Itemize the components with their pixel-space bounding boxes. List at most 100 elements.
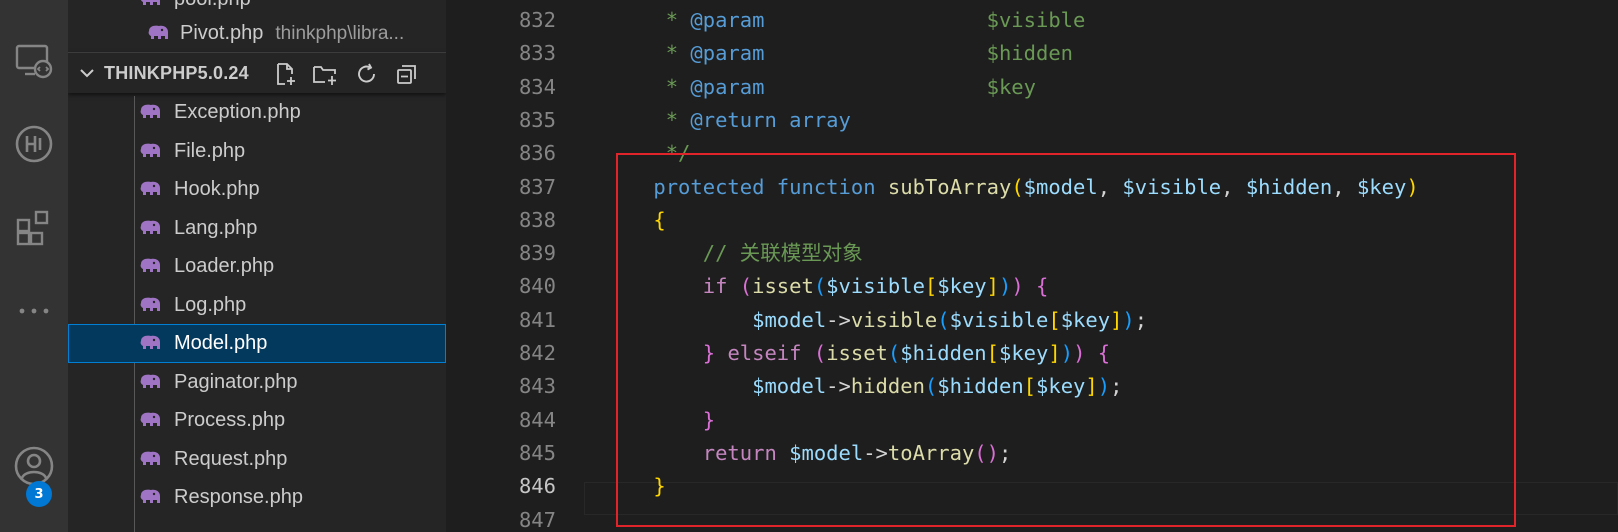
explorer-file-item[interactable]: Hook.php <box>68 170 446 209</box>
explorer-file-item-selected[interactable]: Model.php <box>68 324 446 363</box>
new-folder-icon[interactable] <box>310 59 340 89</box>
code-line[interactable]: * @return array <box>604 103 851 137</box>
php-elephant-icon <box>138 295 162 319</box>
explorer-file-item[interactable]: Log.php <box>68 286 446 325</box>
code-line[interactable]: } <box>604 403 715 437</box>
php-elephant-icon <box>138 372 162 396</box>
code-line[interactable]: { <box>604 203 665 237</box>
file-name: Exception.php <box>174 101 301 123</box>
explorer-file-item[interactable]: Paginator.php <box>68 363 446 402</box>
explorer-file-item[interactable]: Loader.php <box>68 247 446 286</box>
php-elephant-icon <box>138 179 162 203</box>
explorer-file-item[interactable]: Response.php <box>68 478 446 517</box>
code-token: [ <box>1048 307 1061 332</box>
code-line[interactable]: $model->hidden($hidden[$key]); <box>604 369 1122 403</box>
code-token: function <box>776 174 876 199</box>
code-token: [ <box>1023 374 1037 399</box>
code-editor[interactable]: 832 833 834 835 836 837 838 839 840 841 842 843 844 8… <box>446 0 1618 532</box>
explorer-file-item[interactable]: Lang.php <box>68 209 446 248</box>
explorer-section-header[interactable]: THINKPHP5.0.24 <box>68 52 446 93</box>
code-token: { <box>1036 274 1049 299</box>
code-token: ) <box>1097 374 1111 399</box>
code-token: ; <box>998 440 1012 465</box>
code-token: ) <box>1073 341 1086 365</box>
code-token: $model <box>604 307 827 332</box>
php-elephant-icon <box>146 23 170 47</box>
new-file-icon[interactable] <box>270 59 300 89</box>
code-token: } <box>604 407 716 432</box>
code-line[interactable]: // 关联模型对象 <box>604 236 863 270</box>
line-number: 840 <box>518 274 556 299</box>
php-elephant-icon <box>138 449 162 473</box>
refresh-icon[interactable] <box>352 59 382 89</box>
code-token: @param <box>690 8 765 32</box>
file-name: Log.php <box>174 293 247 316</box>
code-token: toArray <box>887 440 975 465</box>
code-line[interactable]: $model->visible($visible[$key]); <box>604 303 1147 337</box>
code-line[interactable]: protected function subToArray($model, $v… <box>604 170 1418 204</box>
code-line[interactable]: */ <box>604 136 691 170</box>
code-token: -> <box>863 440 888 465</box>
line-number: 838 <box>518 207 556 232</box>
php-elephant-icon <box>138 256 162 280</box>
code-token: ; <box>1134 307 1148 332</box>
extensions-icon[interactable] <box>0 200 68 256</box>
gitlens-icon[interactable] <box>0 116 68 172</box>
code-token: $model <box>789 440 864 465</box>
php-elephant-icon <box>138 410 162 434</box>
code-token: ] <box>1048 341 1061 365</box>
code-token: $visible <box>1122 174 1222 199</box>
line-number: 846 <box>518 474 556 499</box>
code-token: } <box>604 341 716 365</box>
code-token: [ <box>986 341 999 365</box>
explorer-file-item[interactable]: Pivot.php thinkphp\libra... <box>68 14 446 53</box>
line-number: 844 <box>518 407 556 432</box>
explorer-file-item[interactable]: File.php <box>68 132 446 171</box>
code-token: ) <box>1011 274 1024 299</box>
code-token: , <box>1332 174 1357 199</box>
activity-bar: 3 <box>0 0 68 532</box>
code-token: ( <box>887 341 901 365</box>
code-token: -> <box>826 307 851 332</box>
code-token: @return <box>690 107 777 132</box>
php-elephant-icon <box>138 0 162 13</box>
php-elephant-icon <box>138 333 162 357</box>
code-line[interactable]: * @param $key <box>604 70 1036 104</box>
line-number: 835 <box>518 107 556 132</box>
remote-explorer-icon[interactable] <box>0 32 68 88</box>
code-token: ( <box>937 307 950 332</box>
code-token: elseif <box>727 341 802 365</box>
code-line[interactable]: } <box>604 469 665 503</box>
code-token: * <box>604 8 691 32</box>
code-line[interactable]: return $model->toArray(); <box>604 436 1012 470</box>
code-token: */ <box>604 141 691 166</box>
line-number: 837 <box>518 174 556 199</box>
explorer-file-item[interactable]: Exception.php <box>68 93 446 132</box>
code-token: * <box>604 74 691 99</box>
line-number: 836 <box>518 141 556 166</box>
code-line[interactable]: * @param $visible <box>604 3 1086 37</box>
file-name: Request.php <box>174 447 288 470</box>
code-token: $key <box>764 74 1036 99</box>
code-token: ) <box>1060 341 1074 365</box>
explorer-file-item[interactable]: Request.php <box>68 440 446 479</box>
file-name: Model.php <box>174 332 268 354</box>
explorer-file-item[interactable]: Process.php <box>68 401 446 440</box>
code-token: ( <box>1011 174 1024 199</box>
file-name: Response.php <box>174 486 303 508</box>
collapse-all-icon[interactable] <box>392 59 422 89</box>
code-line[interactable]: if (isset($visible[$key])) { <box>604 269 1049 303</box>
code-token: array <box>789 107 851 132</box>
file-path-description: thinkphp\libra... <box>275 23 405 44</box>
more-icon[interactable] <box>0 283 68 339</box>
code-token: , <box>1097 174 1123 199</box>
code-line[interactable]: * @param $hidden <box>604 36 1073 70</box>
code-line[interactable]: } elseif (isset($hidden[$key])) { <box>604 336 1110 370</box>
